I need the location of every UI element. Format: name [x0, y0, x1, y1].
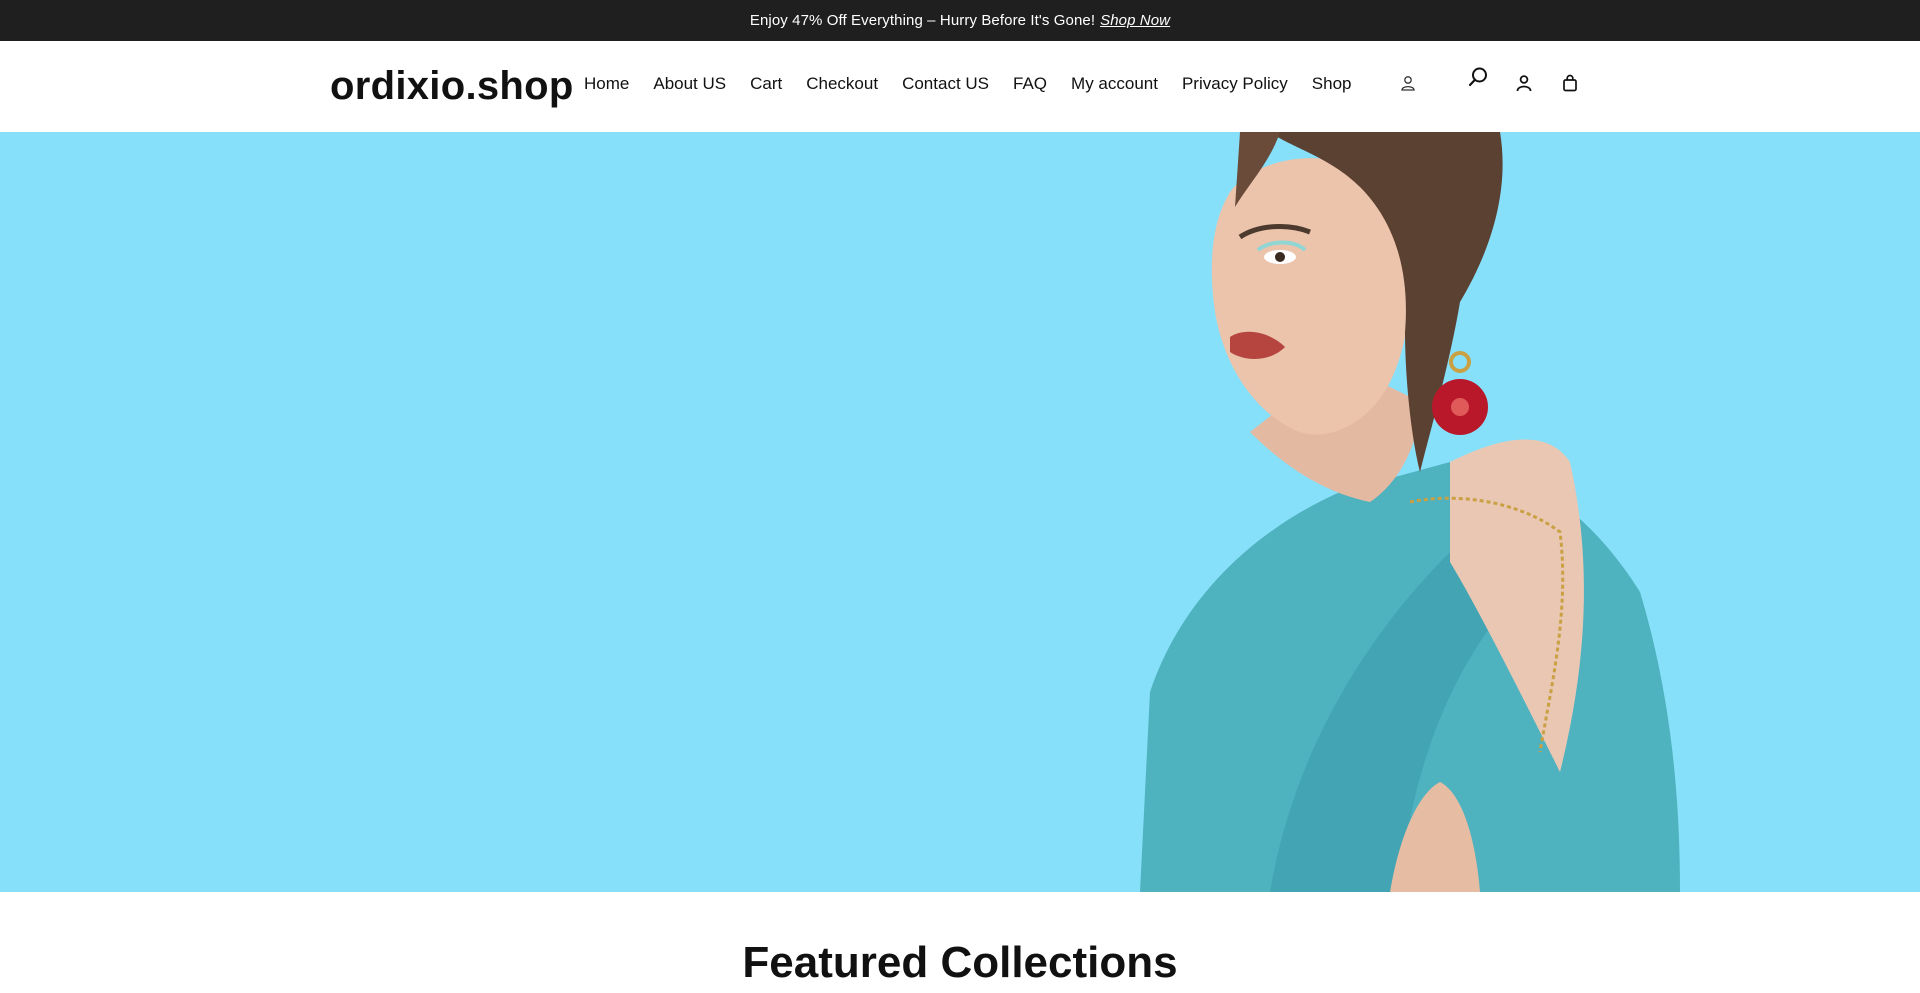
- nav-about-us[interactable]: About US: [653, 72, 726, 96]
- featured-collections-title: Featured Collections: [742, 938, 1178, 987]
- nav-shop[interactable]: Shop: [1312, 72, 1352, 96]
- nav-my-account[interactable]: My account: [1071, 72, 1158, 96]
- search-icon[interactable]: [1466, 64, 1490, 90]
- shop-now-link[interactable]: Shop Now: [1100, 12, 1170, 29]
- nav-contact-us[interactable]: Contact US: [902, 72, 989, 96]
- nav-privacy-policy[interactable]: Privacy Policy: [1182, 72, 1288, 96]
- hero-slider[interactable]: [0, 132, 1920, 892]
- nav-cart[interactable]: Cart: [750, 72, 782, 96]
- header-icons: [1396, 67, 1586, 100]
- announcement-bar: Enjoy 47% Off Everything – Hurry Before …: [0, 0, 1920, 41]
- nav-checkout[interactable]: Checkout: [806, 72, 878, 96]
- site-logo[interactable]: ordixio.shop: [330, 61, 574, 111]
- announcement-text: Enjoy 47% Off Everything – Hurry Before …: [749, 12, 1096, 29]
- cart-bag-icon[interactable]: [1558, 70, 1582, 96]
- site-header: ordixio.shop Home About US Cart Checkout…: [0, 41, 1920, 133]
- nav-faq[interactable]: FAQ: [1013, 72, 1047, 96]
- nav-home[interactable]: Home: [584, 72, 629, 96]
- main-nav: Home About US Cart Checkout Contact US F…: [584, 72, 1375, 96]
- user-outline-icon[interactable]: [1396, 70, 1420, 96]
- hero-model-image: [1140, 132, 1680, 892]
- account-icon[interactable]: [1512, 70, 1536, 96]
